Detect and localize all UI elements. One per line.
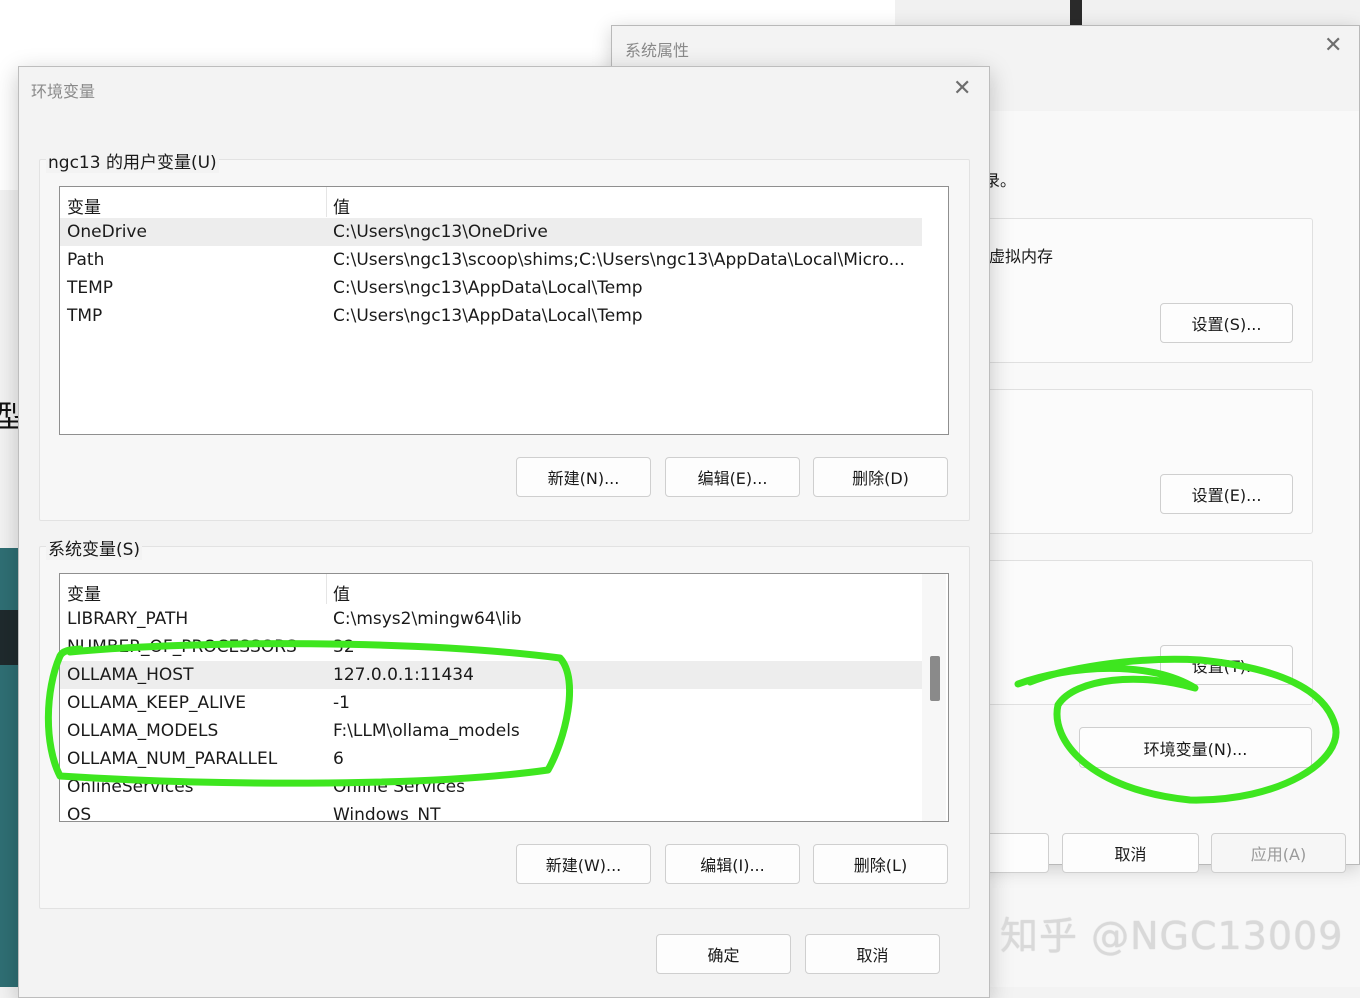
watermark: 知乎 @NGC13009 bbox=[1000, 914, 1344, 958]
annotation-circle-ollama-variables bbox=[44, 640, 574, 787]
annotation-circle-env-button bbox=[1014, 655, 1340, 804]
annotation-overlay bbox=[44, 640, 1340, 804]
